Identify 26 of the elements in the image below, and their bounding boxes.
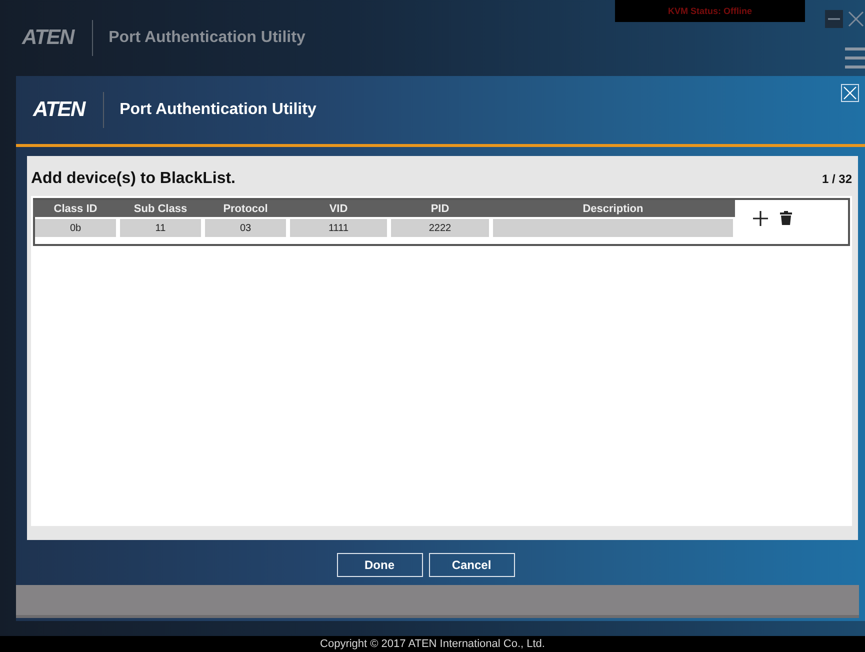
table-cell[interactable]: 03: [205, 219, 286, 237]
brand-logo: ATEN: [33, 98, 85, 122]
table-cell[interactable]: 2222: [391, 219, 489, 237]
close-icon[interactable]: [847, 10, 865, 28]
entry-count: 1 / 32: [822, 172, 852, 186]
add-icon[interactable]: [753, 210, 768, 226]
column-header: Description: [491, 200, 735, 217]
dialog-title: Port Authentication Utility: [120, 101, 316, 119]
section-heading: Add device(s) to BlackList.: [31, 170, 236, 188]
table-cell[interactable]: [493, 219, 733, 237]
column-header: Class ID: [33, 200, 118, 217]
dialog-button[interactable]: Cancel: [428, 553, 514, 577]
copyright-text: Copyright © 2017 ATEN International Co., Ltd.: [320, 638, 545, 650]
kvm-status: KVM Status: Offline: [615, 0, 805, 22]
table-cell[interactable]: 11: [120, 219, 201, 237]
column-header: Protocol: [203, 200, 288, 217]
table-cell[interactable]: 0b: [35, 219, 116, 237]
minimize-icon[interactable]: [825, 10, 843, 28]
trash-icon[interactable]: [780, 211, 792, 225]
table-cell[interactable]: 1111: [290, 219, 387, 237]
column-header: Sub Class: [118, 200, 203, 217]
brand-logo: ATEN: [22, 26, 74, 50]
app-title: Port Authentication Utility: [108, 28, 306, 46]
dialog-button[interactable]: Done: [336, 553, 422, 577]
column-header: PID: [389, 200, 491, 217]
column-header: VID: [288, 200, 389, 217]
